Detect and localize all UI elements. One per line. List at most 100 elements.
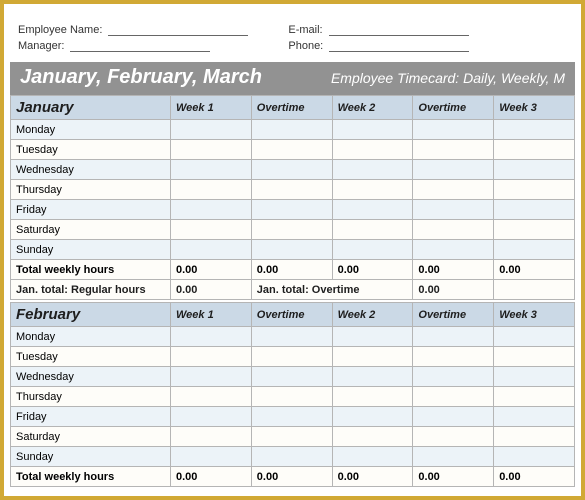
cell[interactable] — [251, 120, 332, 140]
cell[interactable] — [332, 347, 413, 367]
feb-col-ot1: Overtime — [251, 303, 332, 327]
cell[interactable] — [494, 447, 575, 467]
totals-label: Total weekly hours — [11, 260, 171, 280]
employee-name-input[interactable] — [108, 24, 248, 36]
cell[interactable] — [413, 120, 494, 140]
cell[interactable] — [332, 427, 413, 447]
cell[interactable] — [332, 220, 413, 240]
cell[interactable] — [494, 180, 575, 200]
cell[interactable] — [413, 367, 494, 387]
cell[interactable] — [413, 160, 494, 180]
cell[interactable] — [171, 240, 252, 260]
cell[interactable] — [251, 200, 332, 220]
cell[interactable] — [494, 120, 575, 140]
cell[interactable] — [413, 407, 494, 427]
day-label: Wednesday — [11, 160, 171, 180]
cell[interactable] — [171, 387, 252, 407]
cell[interactable] — [171, 407, 252, 427]
cell[interactable] — [413, 427, 494, 447]
cell[interactable] — [494, 387, 575, 407]
cell[interactable] — [413, 447, 494, 467]
cell[interactable] — [171, 367, 252, 387]
cell[interactable] — [494, 160, 575, 180]
cell[interactable] — [251, 387, 332, 407]
table-row: Monday — [11, 327, 575, 347]
cell[interactable] — [171, 200, 252, 220]
cell[interactable] — [332, 120, 413, 140]
cell[interactable] — [332, 180, 413, 200]
cell[interactable] — [251, 240, 332, 260]
cell[interactable] — [332, 387, 413, 407]
cell[interactable] — [251, 160, 332, 180]
february-table: February Week 1 Overtime Week 2 Overtime… — [10, 302, 575, 487]
cell[interactable] — [413, 140, 494, 160]
cell[interactable] — [332, 240, 413, 260]
cell[interactable] — [251, 347, 332, 367]
table-row: Tuesday — [11, 347, 575, 367]
feb-total-w2: 0.00 — [332, 467, 413, 487]
phone-input[interactable] — [329, 40, 469, 52]
jan-col-week1: Week 1 — [171, 96, 252, 120]
feb-col-week2: Week 2 — [332, 303, 413, 327]
cell[interactable] — [332, 160, 413, 180]
cell[interactable] — [251, 327, 332, 347]
jan-overtime-value: 0.00 — [413, 280, 494, 300]
cell[interactable] — [494, 427, 575, 447]
february-body: Monday Tuesday Wednesday Thursday Friday… — [11, 327, 575, 487]
cell[interactable] — [494, 140, 575, 160]
cell[interactable] — [494, 240, 575, 260]
cell[interactable] — [251, 447, 332, 467]
cell[interactable] — [413, 180, 494, 200]
jan-col-ot2: Overtime — [413, 96, 494, 120]
cell[interactable] — [332, 367, 413, 387]
cell[interactable] — [171, 120, 252, 140]
cell[interactable] — [251, 407, 332, 427]
phone-label: Phone: — [288, 40, 323, 52]
cell[interactable] — [494, 220, 575, 240]
cell[interactable] — [171, 220, 252, 240]
jan-regular-label: Jan. total: Regular hours — [11, 280, 171, 300]
cell[interactable] — [494, 347, 575, 367]
cell[interactable] — [171, 447, 252, 467]
day-label: Thursday — [11, 387, 171, 407]
day-label: Friday — [11, 407, 171, 427]
email-input[interactable] — [329, 24, 469, 36]
cell[interactable] — [413, 327, 494, 347]
jan-overtime-label: Jan. total: Overtime — [251, 280, 413, 300]
cell[interactable] — [171, 347, 252, 367]
cell[interactable] — [251, 180, 332, 200]
cell[interactable] — [171, 140, 252, 160]
cell[interactable] — [251, 140, 332, 160]
jan-regular-value: 0.00 — [171, 280, 252, 300]
cell[interactable] — [171, 160, 252, 180]
day-label: Tuesday — [11, 347, 171, 367]
cell[interactable] — [413, 387, 494, 407]
manager-input[interactable] — [70, 40, 210, 52]
cell[interactable] — [413, 240, 494, 260]
cell[interactable] — [494, 407, 575, 427]
jan-total-w1: 0.00 — [171, 260, 252, 280]
table-row: Sunday — [11, 447, 575, 467]
cell[interactable] — [494, 327, 575, 347]
cell[interactable] — [251, 367, 332, 387]
cell[interactable] — [494, 200, 575, 220]
cell[interactable] — [332, 407, 413, 427]
feb-col-week3: Week 3 — [494, 303, 575, 327]
january-header-row: January Week 1 Overtime Week 2 Overtime … — [11, 96, 575, 120]
cell[interactable] — [413, 220, 494, 240]
cell[interactable] — [251, 427, 332, 447]
cell[interactable] — [413, 347, 494, 367]
table-row: Saturday — [11, 427, 575, 447]
table-row: Thursday — [11, 180, 575, 200]
cell[interactable] — [413, 200, 494, 220]
cell[interactable] — [332, 200, 413, 220]
cell[interactable] — [332, 327, 413, 347]
cell[interactable] — [251, 220, 332, 240]
february-header-row: February Week 1 Overtime Week 2 Overtime… — [11, 303, 575, 327]
cell[interactable] — [171, 427, 252, 447]
cell[interactable] — [171, 180, 252, 200]
cell[interactable] — [171, 327, 252, 347]
cell[interactable] — [332, 447, 413, 467]
cell[interactable] — [494, 367, 575, 387]
cell[interactable] — [332, 140, 413, 160]
